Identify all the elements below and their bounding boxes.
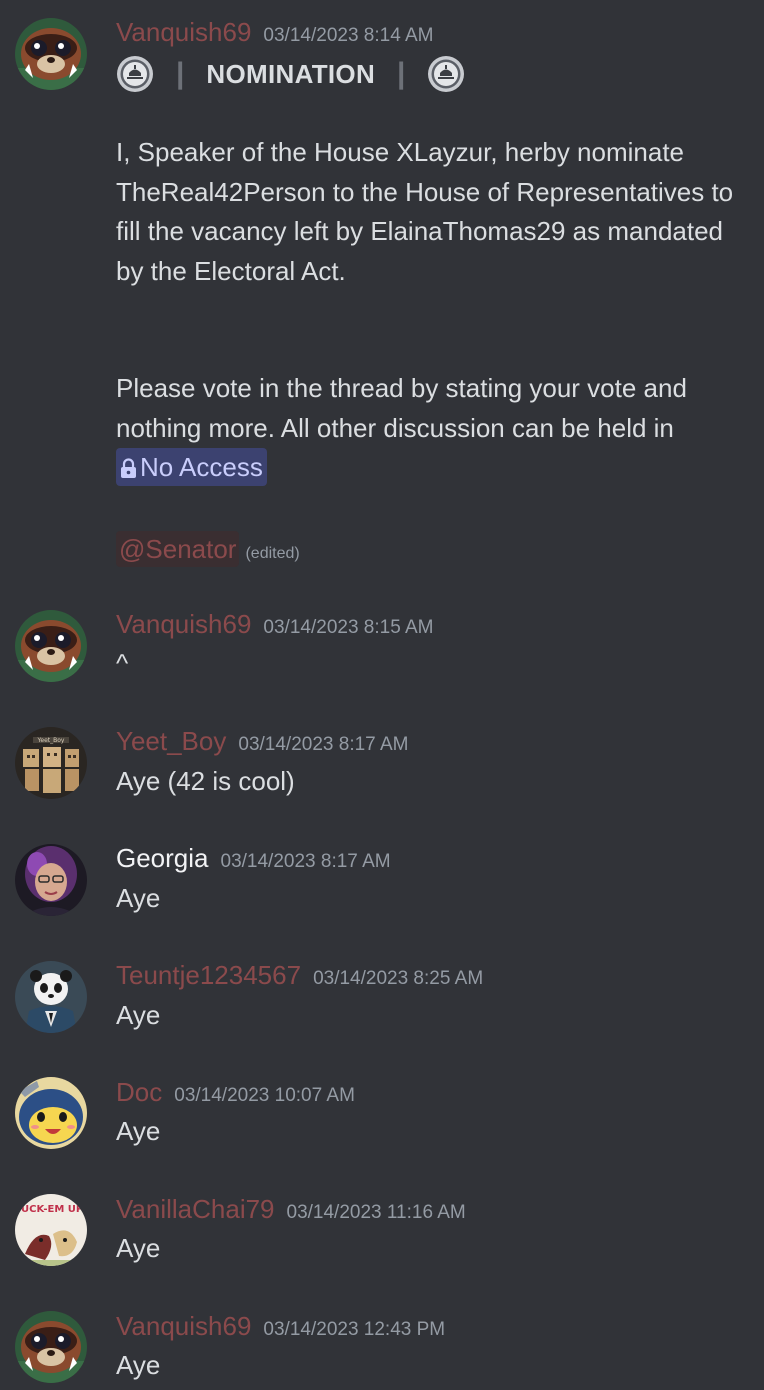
username[interactable]: Georgia bbox=[116, 843, 209, 873]
separator: | bbox=[176, 57, 185, 90]
seal-emoji-icon bbox=[116, 55, 154, 93]
username[interactable]: Yeet_Boy bbox=[116, 726, 226, 756]
avatar[interactable] bbox=[15, 18, 87, 90]
message-text: Aye bbox=[116, 1233, 161, 1263]
person-photo-avatar-icon bbox=[15, 844, 87, 916]
message-paragraph: Please vote in the thread by stating you… bbox=[116, 369, 736, 488]
message-header: VanillaChai79 03/14/2023 11:16 AM bbox=[116, 1194, 466, 1225]
role-mention[interactable]: @Senator bbox=[116, 531, 240, 567]
avatar[interactable] bbox=[15, 961, 87, 1033]
drawing-avatar-icon: FUCK-EM UP! bbox=[15, 1194, 87, 1266]
avatar-caption: Yeet_Boy bbox=[37, 737, 65, 744]
timestamp: 03/14/2023 8:15 AM bbox=[263, 617, 434, 638]
message-text: Aye bbox=[116, 1350, 161, 1380]
username[interactable]: VanillaChai79 bbox=[116, 1194, 275, 1224]
message-text: Aye bbox=[116, 883, 161, 913]
message-header: Vanquish69 03/14/2023 8:15 AM bbox=[116, 609, 434, 640]
username[interactable]: Vanquish69 bbox=[116, 17, 251, 47]
nomination-heading: | NOMINATION | bbox=[116, 55, 465, 93]
avatar[interactable]: FUCK-EM UP! bbox=[15, 1194, 87, 1266]
timestamp: 03/14/2023 8:14 AM bbox=[263, 25, 434, 46]
timestamp: 03/14/2023 8:25 AM bbox=[313, 968, 484, 989]
cardboard-robot-avatar-icon: Yeet_Boy bbox=[15, 727, 87, 799]
username[interactable]: Doc bbox=[116, 1077, 162, 1107]
edited-label: (edited) bbox=[245, 545, 300, 562]
message-header: Vanquish69 03/14/2023 12:43 PM bbox=[116, 1311, 445, 1342]
timestamp: 03/14/2023 8:17 AM bbox=[220, 851, 391, 872]
message-header: Teuntje1234567 03/14/2023 8:25 AM bbox=[116, 960, 483, 991]
timestamp: 03/14/2023 11:16 AM bbox=[286, 1202, 466, 1223]
message-header: Vanquish69 03/14/2023 8:14 AM bbox=[116, 17, 434, 48]
channel-mention-label: No Access bbox=[140, 452, 263, 482]
message-header: Doc 03/14/2023 10:07 AM bbox=[116, 1077, 355, 1108]
message-text: Aye (42 is cool) bbox=[116, 766, 295, 796]
message-header: Yeet_Boy 03/14/2023 8:17 AM bbox=[116, 726, 408, 757]
avatar[interactable] bbox=[15, 1077, 87, 1149]
username[interactable]: Vanquish69 bbox=[116, 609, 251, 639]
message-text: Aye bbox=[116, 1116, 161, 1146]
timestamp: 03/14/2023 10:07 AM bbox=[174, 1085, 355, 1106]
avatar[interactable] bbox=[15, 610, 87, 682]
message-paragraph: I, Speaker of the House XLayzur, herby n… bbox=[116, 137, 734, 286]
lock-icon bbox=[121, 458, 136, 478]
avatar[interactable] bbox=[15, 1311, 87, 1383]
message-text: Aye bbox=[116, 1000, 161, 1030]
avatar[interactable] bbox=[15, 844, 87, 916]
timestamp: 03/14/2023 8:17 AM bbox=[238, 734, 409, 755]
mention-line: @Senator (edited) bbox=[116, 530, 736, 574]
raccoon-avatar-icon bbox=[15, 18, 87, 90]
raccoon-avatar-icon bbox=[15, 610, 87, 682]
avatar-caption: FUCK-EM UP! bbox=[15, 1204, 87, 1215]
message-text: ^ bbox=[116, 648, 129, 678]
separator: | bbox=[397, 57, 406, 90]
nomination-title: NOMINATION bbox=[206, 58, 376, 89]
cartoon-bird-avatar-icon bbox=[15, 1077, 87, 1149]
paragraph-text: Please vote in the thread by stating you… bbox=[116, 373, 687, 443]
channel-mention[interactable]: No Access bbox=[116, 448, 267, 486]
username[interactable]: Teuntje1234567 bbox=[116, 960, 301, 990]
username[interactable]: Vanquish69 bbox=[116, 1311, 251, 1341]
panda-avatar-icon bbox=[15, 961, 87, 1033]
avatar[interactable]: Yeet_Boy bbox=[15, 727, 87, 799]
seal-emoji-icon bbox=[427, 55, 465, 93]
timestamp: 03/14/2023 12:43 PM bbox=[263, 1319, 446, 1340]
message-header: Georgia 03/14/2023 8:17 AM bbox=[116, 843, 391, 874]
raccoon-avatar-icon bbox=[15, 1311, 87, 1383]
